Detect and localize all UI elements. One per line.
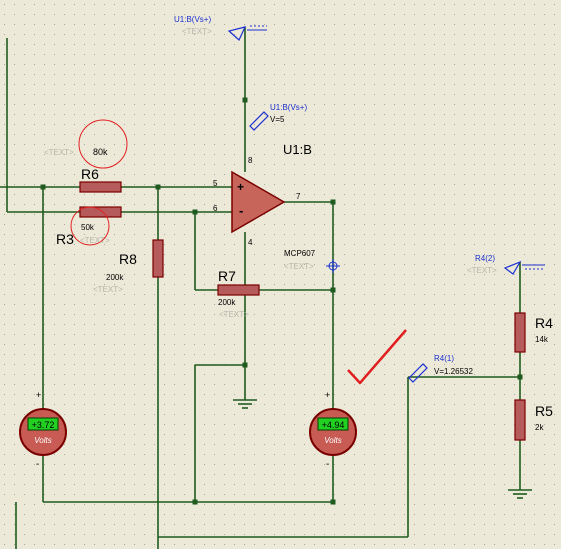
annotation-circle-80k-value: 80k [93, 147, 108, 157]
opamp-pin-4: 4 [248, 238, 253, 247]
resistor-r6-body [79, 181, 122, 193]
opamp-text-placeholder: <TEXT> [284, 262, 314, 271]
resistor-r4-value: 14k [535, 335, 549, 344]
r4-terminal-label: R4(2) [475, 254, 495, 263]
schematic-canvas[interactable]: + - 5 6 7 8 4 U1:B MCP607 <TEXT> U1:B(Vs… [0, 0, 561, 549]
opamp-ref-label: U1:B [283, 142, 312, 157]
resistor-r3-body [79, 206, 122, 218]
voltmeter-left-minus: - [36, 459, 39, 470]
opamp-pin-8: 8 [248, 156, 253, 165]
resistor-r7-body [217, 284, 260, 296]
resistor-r8-body [152, 239, 164, 278]
resistor-r3-value: 50k [81, 223, 95, 232]
resistor-r3-ref: R3 [56, 231, 74, 247]
probe-r4-label: R4(1) [434, 354, 454, 363]
opamp-minus-sign: - [239, 203, 243, 218]
resistor-r5-ref: R5 [535, 403, 553, 419]
voltmeter-left-unit: Volts [34, 436, 52, 445]
voltmeter-right-body [309, 408, 357, 456]
resistor-r7-text: <TEXT> [219, 310, 249, 319]
probe-r4-value: V=1.26532 [434, 367, 473, 376]
junction [40, 184, 46, 190]
junction [330, 199, 336, 205]
voltmeter-left-plus: + [36, 390, 41, 400]
junction [330, 499, 336, 505]
opamp-plus-sign: + [237, 180, 244, 194]
opamp-pin-6: 6 [213, 204, 218, 213]
supply-terminal-label: U1:B(Vs+) [174, 15, 211, 24]
opamp-part-label: MCP607 [284, 249, 316, 258]
annotation-circle-80k-text: <TEXT> [44, 148, 74, 157]
resistor-r5-value: 2k [535, 423, 544, 432]
junction [155, 184, 161, 190]
resistor-r4-ref: R4 [535, 315, 553, 331]
probe-rail-value: V=5 [270, 115, 285, 124]
voltmeter-right-minus: - [326, 459, 329, 470]
opamp-pin-7: 7 [296, 192, 301, 201]
resistor-r8-value: 200k [106, 273, 124, 282]
junction [242, 362, 248, 368]
voltmeter-left-body [19, 408, 67, 456]
junction [330, 287, 336, 293]
supply-terminal-text: <TEXT> [182, 27, 212, 36]
probe-rail-label: U1:B(Vs+) [270, 103, 307, 112]
resistor-r8-text: <TEXT> [93, 285, 123, 294]
junction [242, 97, 248, 103]
resistor-r4-body [514, 312, 526, 353]
voltmeter-left-reading: +3.72 [32, 420, 55, 430]
resistor-r6-ref: R6 [81, 166, 99, 182]
junction [192, 499, 198, 505]
r4-terminal-text: <TEXT> [467, 266, 497, 275]
voltmeter-right-unit: Volts [324, 436, 342, 445]
voltmeter-right-plus: + [325, 390, 330, 400]
resistor-r5-body [514, 399, 526, 441]
resistor-r8-ref: R8 [119, 251, 137, 267]
junction [517, 374, 523, 380]
resistor-r7-value: 200k [218, 298, 236, 307]
junction [192, 209, 198, 215]
resistor-r7-ref: R7 [218, 268, 236, 284]
opamp-pin-5: 5 [213, 179, 218, 188]
voltmeter-right-reading: +4.94 [322, 420, 345, 430]
